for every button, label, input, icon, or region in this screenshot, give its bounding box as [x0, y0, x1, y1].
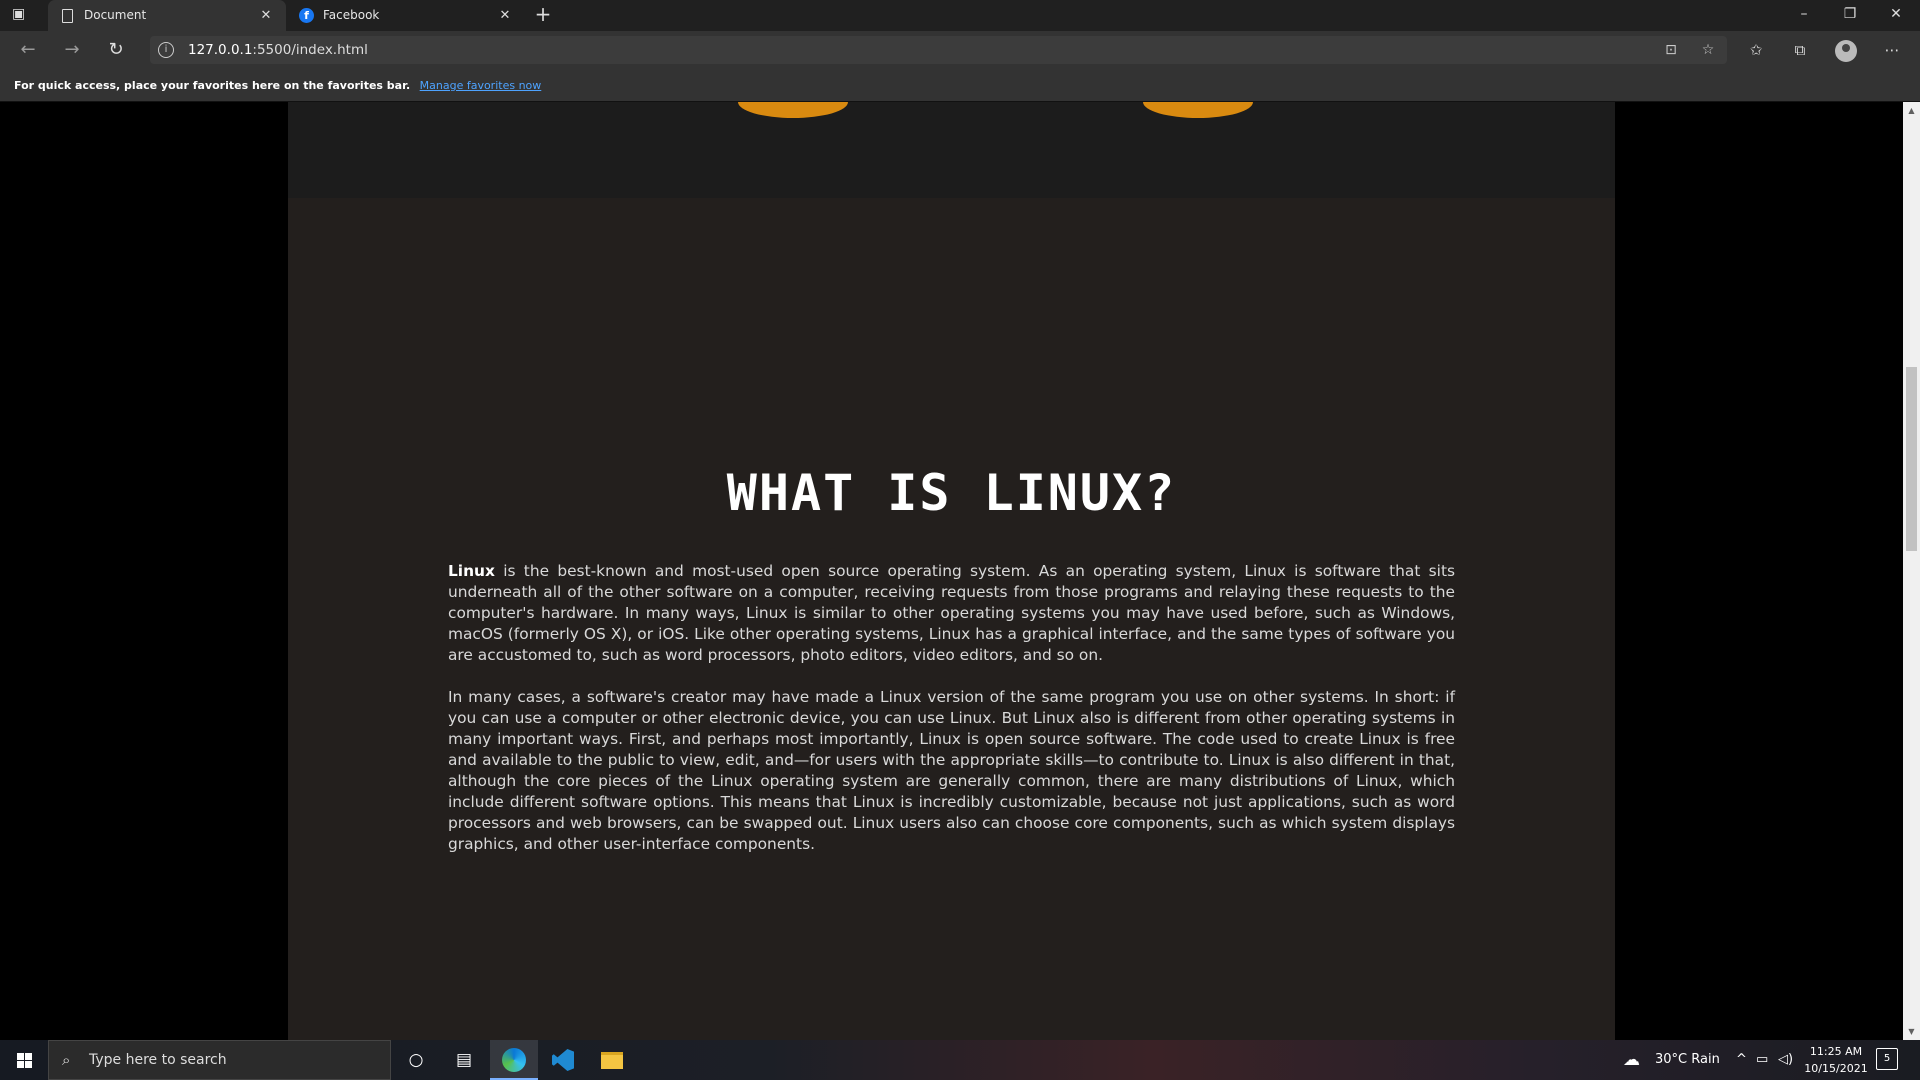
new-tab-button[interactable]: +: [532, 4, 554, 26]
add-favorite-icon[interactable]: ☆: [1699, 42, 1717, 58]
paragraph-lead: Linux: [448, 562, 495, 580]
content-column: WHAT IS LINUX? Linux is the best-known a…: [288, 102, 1615, 1040]
taskbar-search[interactable]: ⌕ Type here to search: [48, 1040, 391, 1080]
detail-paragraph: In many cases, a software's creator may …: [448, 688, 1455, 853]
page-title: WHAT IS LINUX?: [726, 464, 1177, 522]
weather-text[interactable]: 30°C Rain: [1655, 1040, 1720, 1080]
tab-actions-icon[interactable]: ▣: [12, 6, 34, 26]
clock-time: 11:25 AM: [1809, 1045, 1863, 1058]
show-hidden-icons[interactable]: ^: [1736, 1040, 1747, 1080]
search-icon: ⌕: [62, 1051, 71, 1069]
hero-section: [288, 102, 1615, 198]
close-window-icon[interactable]: ✕: [1873, 0, 1919, 31]
restore-icon[interactable]: ❐: [1827, 0, 1873, 31]
document-icon: [60, 8, 75, 23]
task-view-icon[interactable]: ▤: [440, 1040, 488, 1080]
address-bar[interactable]: i 127.0.0.1:5500/index.html ⊡ ☆: [150, 36, 1727, 64]
close-tab-icon[interactable]: ✕: [497, 0, 513, 31]
scroll-up-icon[interactable]: ▲: [1903, 102, 1920, 119]
close-tab-icon[interactable]: ✕: [258, 0, 274, 31]
notifications-icon[interactable]: 5: [1876, 1048, 1898, 1070]
edge-taskbar-icon[interactable]: [490, 1040, 538, 1080]
collections-icon[interactable]: ⧉: [1788, 38, 1812, 62]
favorites-icon[interactable]: ✩: [1744, 38, 1768, 62]
clock-date: 10/15/2021: [1804, 1062, 1868, 1075]
tab-facebook[interactable]: f Facebook ✕: [287, 0, 525, 31]
hero-graphic: [738, 102, 848, 118]
hero-graphic: [1143, 102, 1253, 118]
search-placeholder: Type here to search: [89, 1052, 227, 1068]
minimize-icon[interactable]: –: [1781, 0, 1827, 31]
site-info-icon[interactable]: i: [158, 42, 174, 58]
windows-icon: [16, 1052, 32, 1068]
facebook-icon: f: [299, 8, 314, 23]
vertical-scrollbar[interactable]: ▲ ▼: [1903, 102, 1920, 1040]
weather-icon[interactable]: ☁: [1623, 1040, 1640, 1080]
refresh-icon[interactable]: ↻: [102, 37, 130, 63]
scrollbar-thumb[interactable]: [1906, 367, 1917, 551]
page-viewport: WHAT IS LINUX? Linux is the best-known a…: [0, 102, 1903, 1040]
immersive-reader-icon[interactable]: ⊡: [1662, 42, 1680, 58]
tab-document[interactable]: Document ✕: [48, 0, 286, 31]
paragraph-body: is the best-known and most-used open sou…: [448, 562, 1455, 664]
tab-label: Document: [84, 8, 147, 22]
url-text[interactable]: 127.0.0.1:5500/index.html: [188, 36, 368, 64]
manage-favorites-link[interactable]: Manage favorites now: [420, 79, 542, 92]
tab-bar: ▣ Document ✕ f Facebook ✕ + – ❐ ✕: [0, 0, 1920, 31]
taskbar: ⌕ Type here to search ○ ▤ ☁ 30°C Rain ^ …: [0, 1040, 1920, 1080]
volume-icon[interactable]: ◁): [1778, 1040, 1793, 1080]
settings-more-icon[interactable]: ⋯: [1880, 38, 1904, 62]
intro-paragraph: Linux is the best-known and most-used op…: [448, 561, 1455, 666]
scroll-down-icon[interactable]: ▼: [1903, 1023, 1920, 1040]
browser-toolbar: ← → ↻ i 127.0.0.1:5500/index.html ⊡ ☆ ✩ …: [0, 31, 1920, 69]
start-button[interactable]: [0, 1040, 48, 1080]
cortana-icon[interactable]: ○: [392, 1040, 440, 1080]
profile-avatar[interactable]: [1835, 40, 1857, 62]
forward-icon[interactable]: →: [58, 37, 86, 63]
tab-label: Facebook: [323, 8, 380, 22]
file-explorer-icon[interactable]: [588, 1040, 636, 1080]
vscode-taskbar-icon[interactable]: [539, 1040, 587, 1080]
favorites-bar-message: For quick access, place your favorites h…: [14, 79, 411, 92]
favorites-bar: For quick access, place your favorites h…: [0, 69, 1920, 102]
back-icon[interactable]: ←: [14, 37, 42, 63]
clock[interactable]: 11:25 AM 10/15/2021: [1800, 1043, 1872, 1077]
network-icon[interactable]: ▭: [1756, 1040, 1768, 1080]
